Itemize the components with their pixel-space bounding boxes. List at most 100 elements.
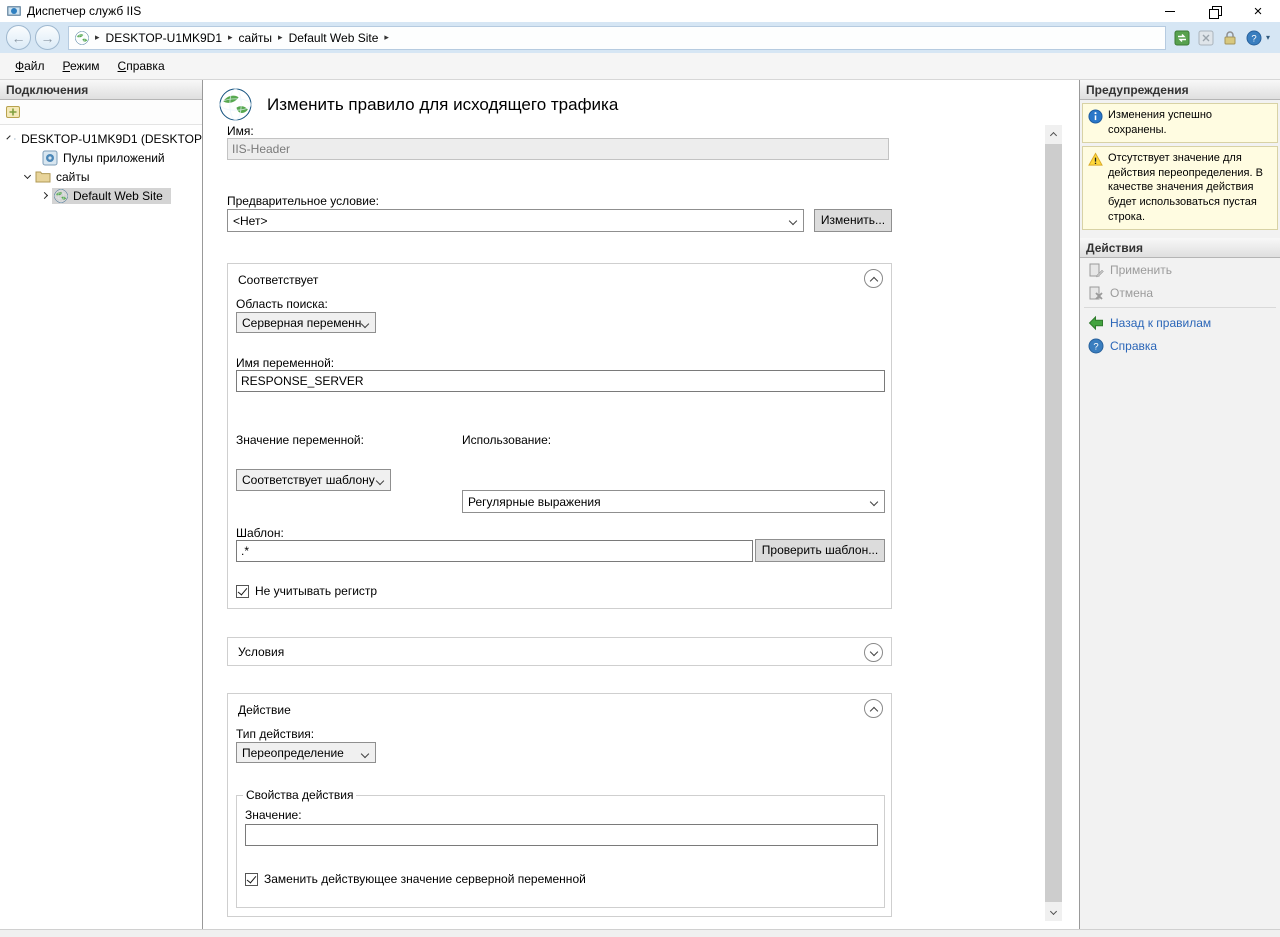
restore-icon bbox=[1209, 6, 1220, 17]
connections-tree: DESKTOP-U1MK9D1 (DESKTOP Пулы приложений… bbox=[0, 125, 202, 205]
chevron-down-icon[interactable]: ▾ bbox=[1266, 33, 1270, 42]
expand-section-button[interactable] bbox=[864, 643, 883, 662]
action-value-input[interactable] bbox=[245, 824, 878, 846]
server-icon bbox=[14, 131, 16, 147]
replace-value-label: Заменить действующее значение серверной … bbox=[264, 872, 586, 886]
precondition-label: Предварительное условие: bbox=[227, 194, 379, 208]
action-type-select[interactable]: Переопределение bbox=[236, 742, 376, 763]
info-icon bbox=[1088, 109, 1103, 124]
breadcrumb-separator-icon: ▸ bbox=[278, 32, 283, 43]
restore-button[interactable] bbox=[1192, 0, 1236, 22]
scrollbar-thumb[interactable] bbox=[1045, 144, 1062, 902]
chevron-down-icon bbox=[1050, 908, 1057, 915]
tree-item-server[interactable]: DESKTOP-U1MK9D1 (DESKTOP bbox=[0, 129, 202, 148]
collapse-section-button[interactable] bbox=[864, 699, 883, 718]
action-properties-legend: Свойства действия bbox=[243, 788, 356, 802]
back-to-rules-label: Назад к правилам bbox=[1110, 316, 1211, 330]
chevron-down-icon bbox=[869, 647, 877, 655]
warning-icon bbox=[1088, 152, 1103, 167]
refresh-icon[interactable] bbox=[1174, 30, 1190, 46]
close-button[interactable]: × bbox=[1236, 0, 1280, 22]
conditions-section-title: Условия bbox=[238, 645, 284, 659]
alert-warning: Отсутствует значение для действия переоп… bbox=[1082, 146, 1278, 230]
breadcrumb-separator-icon: ▸ bbox=[228, 32, 233, 43]
using-value: Регулярные выражения bbox=[468, 495, 601, 509]
rule-editor-panel: Изменить правило для исходящего трафика … bbox=[203, 80, 1080, 929]
chevron-down-icon bbox=[361, 320, 369, 328]
pattern-input[interactable] bbox=[236, 540, 753, 562]
help-label: Справка bbox=[1110, 339, 1157, 353]
tree-item-label: Пулы приложений bbox=[63, 151, 165, 165]
menu-help[interactable]: Справка bbox=[109, 56, 174, 76]
action-value-label: Значение: bbox=[245, 808, 302, 822]
expand-icon[interactable] bbox=[41, 192, 48, 199]
test-pattern-button[interactable]: Проверить шаблон... bbox=[755, 539, 885, 562]
breadcrumb-separator-icon: ▸ bbox=[95, 32, 100, 43]
conditions-section[interactable]: Условия bbox=[227, 637, 892, 666]
app-pools-icon bbox=[42, 150, 58, 166]
chevron-down-icon bbox=[870, 498, 878, 506]
iis-manager-window: Диспетчер служб IIS × ← → ▸ DESKTOP-U1MK… bbox=[0, 0, 1280, 937]
cancel-button: Отмена bbox=[1080, 281, 1280, 304]
tree-item-label: DESKTOP-U1MK9D1 (DESKTOP bbox=[21, 132, 202, 146]
window-title: Диспетчер служб IIS bbox=[27, 4, 141, 18]
feature-globe-icon bbox=[219, 88, 252, 121]
collapse-section-button[interactable] bbox=[864, 269, 883, 288]
edit-precondition-button[interactable]: Изменить... bbox=[814, 209, 892, 232]
apply-label: Применить bbox=[1110, 263, 1172, 277]
chevron-down-icon bbox=[361, 750, 369, 758]
tree-item-sites[interactable]: сайты bbox=[0, 167, 202, 186]
action-section-title: Действие bbox=[238, 703, 291, 717]
action-type-label: Тип действия: bbox=[236, 727, 314, 741]
tree-item-default-web-site[interactable]: Default Web Site bbox=[0, 186, 202, 205]
forward-button[interactable]: → bbox=[35, 25, 60, 50]
chevron-down-icon bbox=[789, 217, 797, 225]
site-globe-icon bbox=[75, 31, 89, 45]
tree-item-app-pools[interactable]: Пулы приложений bbox=[0, 148, 202, 167]
scroll-down-button[interactable] bbox=[1045, 904, 1062, 921]
scope-select[interactable]: Серверная переменн bbox=[236, 312, 376, 333]
match-section-title: Соответствует bbox=[238, 273, 318, 287]
variable-value-label: Значение переменной: bbox=[236, 433, 364, 447]
breadcrumb-item-server[interactable]: DESKTOP-U1MK9D1 bbox=[106, 31, 222, 45]
lock-icon[interactable] bbox=[1222, 30, 1238, 46]
globe-icon bbox=[54, 189, 68, 203]
menu-file[interactable]: Файл bbox=[6, 56, 54, 76]
alert-info: Изменения успешно сохранены. bbox=[1082, 103, 1278, 143]
back-arrow-icon bbox=[1088, 315, 1104, 331]
precondition-select[interactable]: <Нет> bbox=[227, 209, 804, 232]
breadcrumb-item-sites[interactable]: сайты bbox=[239, 31, 273, 45]
using-select[interactable]: Регулярные выражения bbox=[462, 490, 885, 513]
ignore-case-label: Не учитывать регистр bbox=[255, 584, 377, 598]
help-icon[interactable] bbox=[1246, 30, 1262, 46]
new-connection-icon[interactable] bbox=[5, 104, 21, 120]
replace-value-row[interactable]: Заменить действующее значение серверной … bbox=[245, 872, 586, 886]
actions-header-label: Действия bbox=[1086, 241, 1143, 255]
stop-icon[interactable] bbox=[1198, 30, 1214, 46]
name-label: Имя: bbox=[227, 124, 254, 138]
cancel-label: Отмена bbox=[1110, 286, 1153, 300]
replace-value-checkbox[interactable] bbox=[245, 873, 258, 886]
back-button[interactable]: ← bbox=[6, 25, 31, 50]
back-to-rules-link[interactable]: Назад к правилам bbox=[1080, 311, 1280, 334]
app-icon bbox=[6, 3, 22, 19]
scroll-up-button[interactable] bbox=[1045, 125, 1062, 142]
ignore-case-checkbox[interactable] bbox=[236, 585, 249, 598]
main-scrollbar[interactable] bbox=[1045, 125, 1062, 921]
breadcrumb-item-default-web-site[interactable]: Default Web Site bbox=[289, 31, 379, 45]
help-icon bbox=[1088, 338, 1104, 354]
action-type-value: Переопределение bbox=[242, 746, 344, 760]
variable-name-input[interactable] bbox=[236, 370, 885, 392]
minimize-button[interactable] bbox=[1148, 0, 1192, 22]
variable-value-select[interactable]: Соответствует шаблону bbox=[236, 469, 391, 491]
variable-name-label: Имя переменной: bbox=[236, 356, 334, 370]
precondition-value: <Нет> bbox=[233, 214, 267, 228]
collapse-icon[interactable] bbox=[24, 172, 31, 179]
selected-tree-item[interactable]: Default Web Site bbox=[52, 188, 171, 204]
menu-view[interactable]: Режим bbox=[54, 56, 109, 76]
chevron-down-icon bbox=[376, 477, 384, 485]
warnings-header-label: Предупреждения bbox=[1086, 83, 1189, 97]
help-link[interactable]: Справка bbox=[1080, 334, 1280, 357]
ignore-case-row[interactable]: Не учитывать регистр bbox=[236, 584, 377, 598]
collapse-icon[interactable] bbox=[6, 135, 11, 140]
